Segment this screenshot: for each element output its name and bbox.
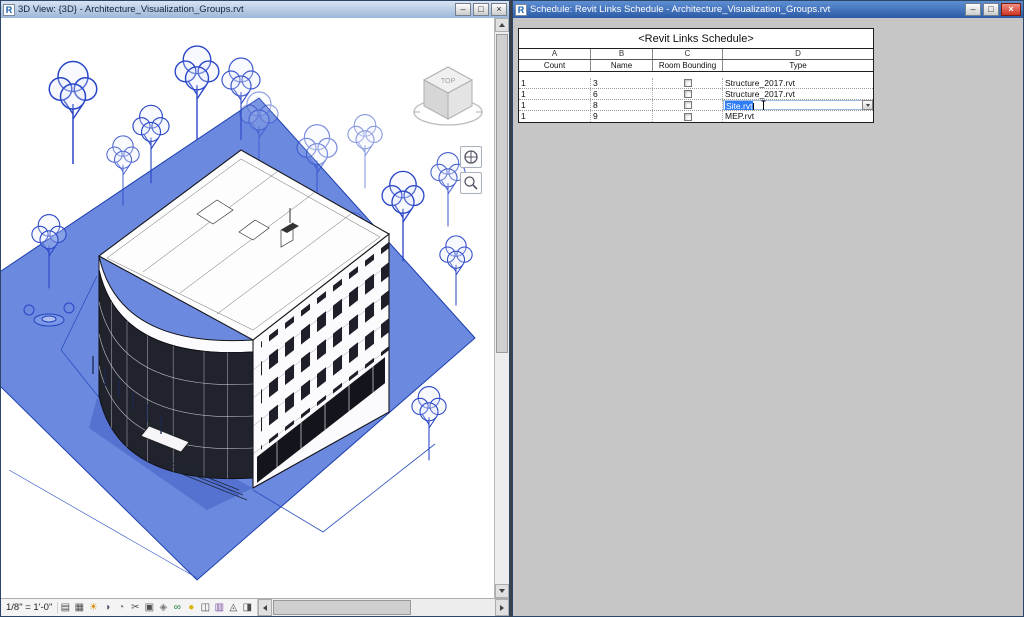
scroll-left-button[interactable] [258, 599, 272, 616]
header-room-bounding[interactable]: Room Bounding [653, 60, 723, 71]
revit-workspace: R 3D View: {3D} - Architecture_Visualiza… [0, 0, 1024, 617]
selected-text: Site.rvt [725, 101, 753, 110]
cell-type-editing[interactable]: Site.rvt [723, 100, 873, 110]
column-letter: D [723, 49, 873, 59]
cell-count[interactable]: 1 [519, 78, 591, 88]
cell-type[interactable]: Structure_2017.rvt [723, 89, 873, 99]
revit-view-icon: R [3, 4, 15, 16]
room-bounding-checkbox[interactable] [684, 113, 692, 121]
text-cursor-icon [760, 100, 767, 110]
left-window-titlebar[interactable]: R 3D View: {3D} - Architecture_Visualiza… [1, 1, 509, 18]
zoom-icon[interactable] [460, 172, 482, 194]
column-headers-row: Count Name Room Bounding Type [519, 60, 873, 72]
room-bounding-checkbox[interactable] [684, 101, 692, 109]
column-letter: A [519, 49, 591, 59]
show-rendering-icon[interactable]: ◔ [114, 599, 128, 616]
3d-viewport[interactable]: TOP [1, 18, 494, 598]
scroll-down-button[interactable] [495, 584, 509, 598]
table-row: 1 6 Structure_2017.rvt [519, 89, 873, 100]
detail-level-icon[interactable]: ▤ [58, 599, 72, 616]
cell-type[interactable]: Structure_2017.rvt [723, 78, 873, 88]
view-control-bar: 1/8" = 1'-0" ▤▦☀◑◔✂▣◈∞●◫▥◬◨ [1, 598, 509, 616]
view-control-icons: ▤▦☀◑◔✂▣◈∞●◫▥◬◨ [58, 599, 254, 616]
maximize-button[interactable]: □ [983, 3, 999, 16]
cell-name[interactable]: 6 [591, 89, 653, 99]
lock-3d-view-icon[interactable]: ◈ [156, 599, 170, 616]
minimize-button[interactable]: – [965, 3, 981, 16]
type-dropdown-button[interactable] [862, 100, 873, 110]
scale-control[interactable]: 1/8" = 1'-0" [1, 602, 58, 613]
schedule-window: R Schedule: Revit Links Schedule - Archi… [512, 0, 1024, 617]
visual-style-icon[interactable]: ▦ [72, 599, 86, 616]
cell-name[interactable]: 9 [591, 111, 653, 122]
schedule-icon: R [515, 4, 527, 16]
table-row-active: 1 8 Site.rvt [519, 100, 873, 111]
horizontal-scrollbar[interactable] [257, 599, 509, 616]
analytical-model-icon[interactable]: ◬ [226, 599, 240, 616]
viewcube-top-label: TOP [441, 78, 456, 85]
restore-button[interactable]: □ [473, 3, 489, 16]
table-row: 1 9 MEP.rvt [519, 111, 873, 122]
header-type[interactable]: Type [723, 60, 873, 71]
left-window-title: 3D View: {3D} - Architecture_Visualizati… [18, 4, 452, 15]
text-caret [753, 103, 754, 111]
cell-room-bounding[interactable] [653, 78, 723, 88]
cell-count[interactable]: 1 [519, 100, 591, 110]
table-row: 1 3 Structure_2017.rvt [519, 78, 873, 89]
header-count[interactable]: Count [519, 60, 591, 71]
close-button[interactable]: × [491, 3, 507, 16]
worksharing-display-icon[interactable]: ◫ [198, 599, 212, 616]
cell-room-bounding[interactable] [653, 111, 723, 122]
reveal-hidden-icon[interactable]: ● [184, 599, 198, 616]
close-button[interactable]: × [1001, 3, 1021, 16]
scroll-up-button[interactable] [495, 18, 509, 32]
cell-count[interactable]: 1 [519, 111, 591, 122]
horizontal-scrollbar-thumb[interactable] [273, 600, 411, 615]
vertical-scrollbar-thumb[interactable] [496, 34, 508, 353]
column-letter: B [591, 49, 653, 59]
viewcube[interactable]: TOP [410, 54, 486, 136]
crop-view-icon[interactable]: ✂ [128, 599, 142, 616]
column-letters-row: A B C D [519, 49, 873, 60]
sun-path-icon[interactable]: ☀ [86, 599, 100, 616]
displacement-sets-icon[interactable]: ◨ [240, 599, 254, 616]
hide-isolate-icon[interactable]: ∞ [170, 599, 184, 616]
column-letter: C [653, 49, 723, 59]
cell-type[interactable]: MEP.rvt [723, 111, 873, 122]
room-bounding-checkbox[interactable] [684, 79, 692, 87]
header-name[interactable]: Name [591, 60, 653, 71]
cell-name[interactable]: 3 [591, 78, 653, 88]
show-crop-region-icon[interactable]: ▣ [142, 599, 156, 616]
3d-view-window: R 3D View: {3D} - Architecture_Visualiza… [0, 0, 510, 617]
cell-count[interactable]: 1 [519, 89, 591, 99]
shadows-icon[interactable]: ◑ [100, 599, 114, 616]
cell-room-bounding[interactable] [653, 100, 723, 110]
navigation-bar [460, 146, 484, 194]
temp-view-properties-icon[interactable]: ▥ [212, 599, 226, 616]
cell-name[interactable]: 8 [591, 100, 653, 110]
cell-room-bounding[interactable] [653, 89, 723, 99]
minimize-button[interactable]: – [455, 3, 471, 16]
schedule-title: <Revit Links Schedule> [519, 29, 873, 49]
room-bounding-checkbox[interactable] [684, 90, 692, 98]
right-window-titlebar[interactable]: R Schedule: Revit Links Schedule - Archi… [513, 1, 1023, 18]
revit-links-schedule-table: <Revit Links Schedule> A B C D Count Nam… [518, 28, 874, 123]
schedule-view-area: <Revit Links Schedule> A B C D Count Nam… [513, 18, 1023, 616]
vertical-scrollbar[interactable] [494, 18, 509, 598]
right-window-title: Schedule: Revit Links Schedule - Archite… [530, 4, 962, 15]
steering-wheel-icon[interactable] [460, 146, 482, 168]
scroll-right-button[interactable] [495, 599, 509, 616]
